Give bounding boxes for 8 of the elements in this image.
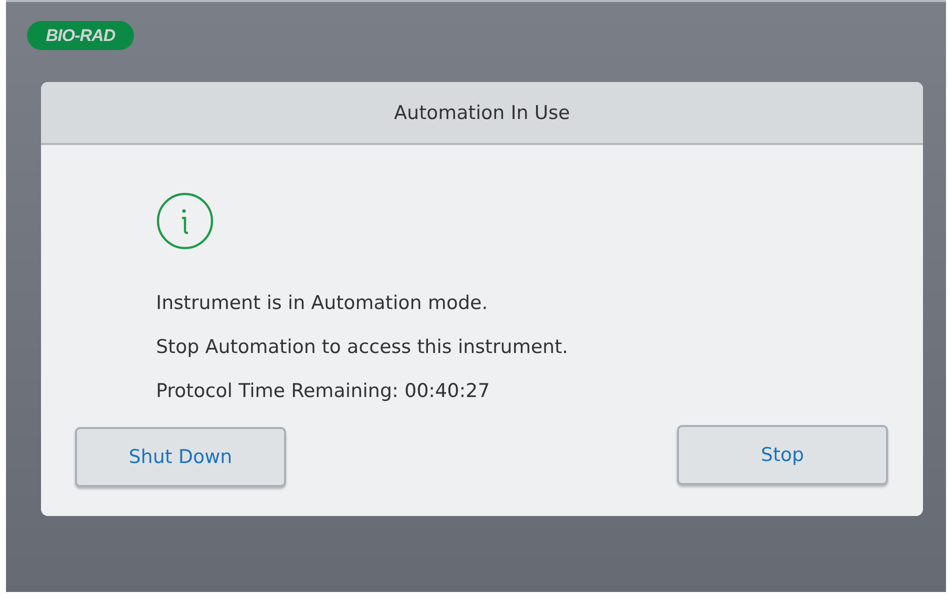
message-text: Protocol Time Remaining: 00:40:27 [156,380,491,402]
info-icon [156,192,214,250]
message-text: Stop Automation to access this instrument. [156,336,570,358]
dialog-title: Automation In Use [394,102,570,124]
message-text: Instrument is in Automation mode. [156,292,489,314]
dialog-button[interactable]: Shut Down [75,427,286,487]
dialog-button[interactable]: Stop [677,425,888,485]
logo: BIO-RAD [27,21,134,50]
